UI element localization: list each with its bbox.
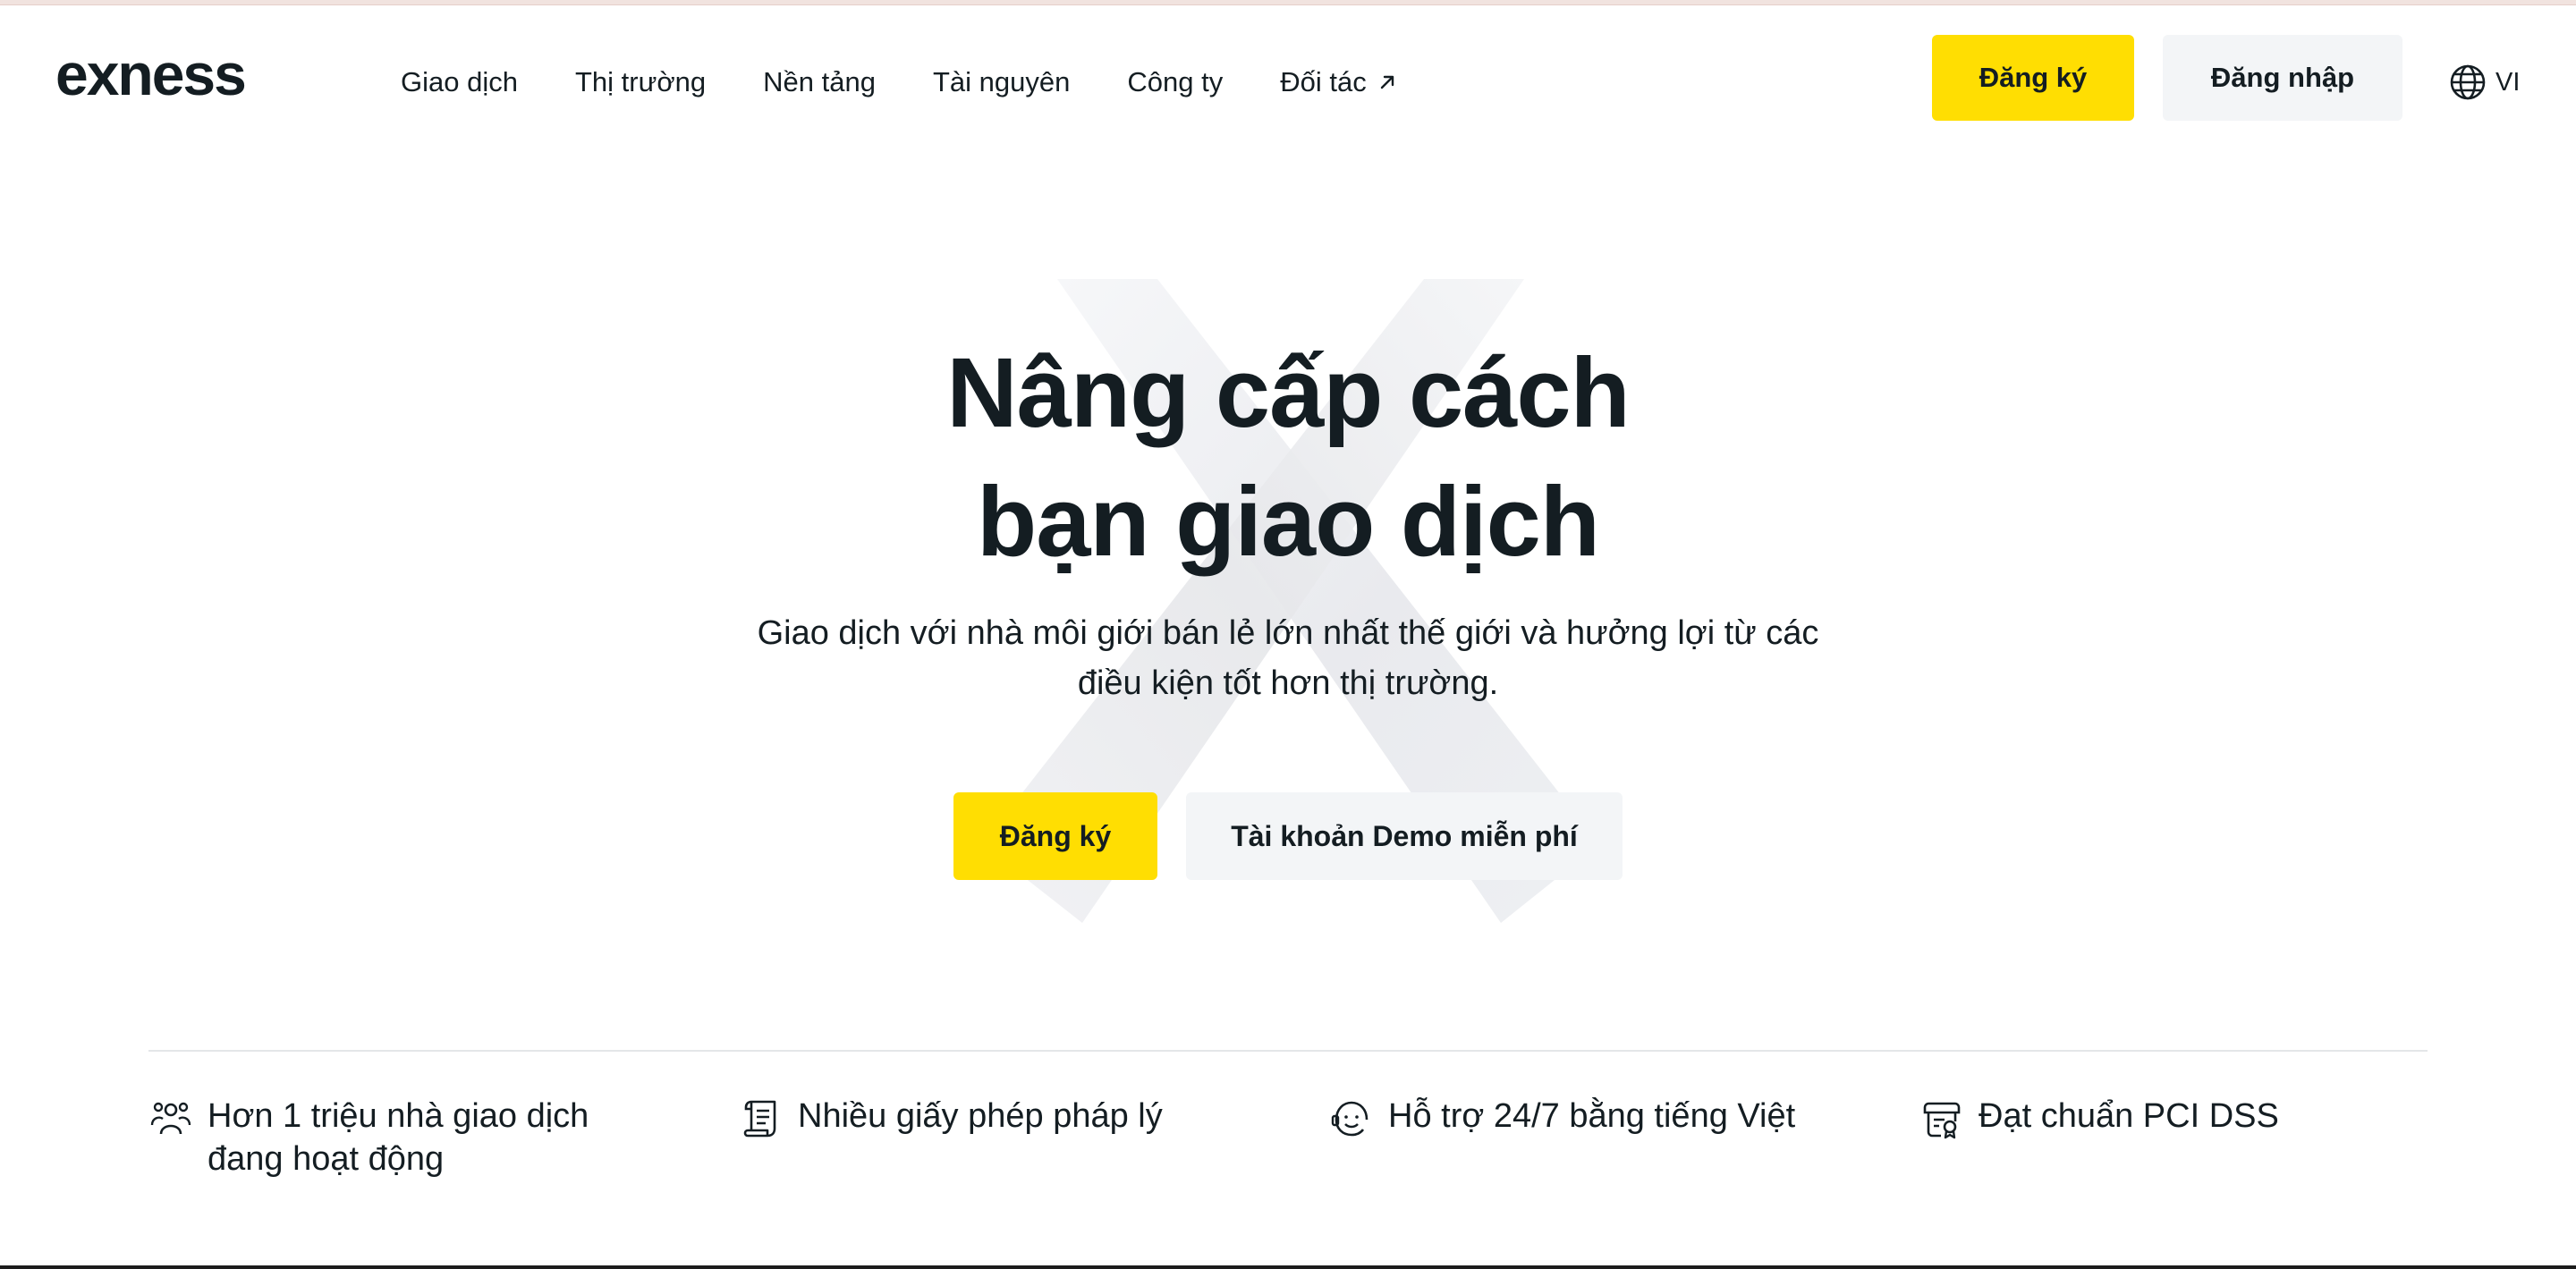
hero-subtitle-line-2: điều kiện tốt hơn thị trường. xyxy=(1077,664,1499,702)
support-icon xyxy=(1331,1101,1368,1137)
license-icon xyxy=(743,1100,776,1138)
external-arrow-icon xyxy=(1380,75,1394,89)
feature-pci: Đạt chuẩn PCI DSS xyxy=(1921,1095,2458,1139)
hero-title-line-2: bạn giao dịch xyxy=(977,467,1600,577)
nav-label: Thị trường xyxy=(574,66,707,97)
nav-label: Đối tác xyxy=(1280,66,1367,97)
feature-line: đang hoạt động xyxy=(208,1140,445,1178)
globe-icon xyxy=(2450,64,2486,100)
hero-subtitle-line-1: Giao dịch với nhà môi giới bán lẻ lớn nh… xyxy=(757,614,1819,652)
header-register-button[interactable]: Đăng ký xyxy=(1932,35,2134,121)
exness-logo[interactable]: exness xyxy=(55,50,317,104)
demo-account-button[interactable]: Tài khoản Demo miễn phí xyxy=(1186,792,1623,880)
feature-licenses: Nhiều giấy phép pháp lý xyxy=(741,1095,1277,1139)
feature-text: Đạt chuẩn PCI DSS xyxy=(1979,1097,2279,1135)
certificate-icon xyxy=(1923,1102,1961,1139)
nav-label: Tài nguyên xyxy=(932,66,1071,97)
feature-text: Hơn 1 triệu nhà giao dịch đang hoạt động xyxy=(208,1095,589,1180)
nav-label: Công ty xyxy=(1127,66,1224,97)
nav-item-trading[interactable]: Giao dịch xyxy=(401,66,518,98)
nav-item-partners[interactable]: Đối tác xyxy=(1280,66,1396,98)
feature-line: Hơn 1 triệu nhà giao dịch xyxy=(208,1097,589,1135)
feature-support: Hỗ trợ 24/7 bằng tiếng Việt xyxy=(1331,1095,1868,1139)
site-header: exness Giao dịch Thị trường Nền tảng Tài… xyxy=(0,5,2576,150)
hero-title-line-1: Nâng cấp cách xyxy=(946,338,1630,448)
language-label: VI xyxy=(2496,67,2521,97)
nav-label: Giao dịch xyxy=(401,66,518,97)
nav-label: Nền tảng xyxy=(763,66,876,97)
hero-title: Nâng cấp cách bạn giao dịch xyxy=(751,329,1825,587)
svg-text:exness: exness xyxy=(55,50,245,104)
feature-traders: Hơn 1 triệu nhà giao dịch đang hoạt động xyxy=(150,1095,651,1180)
page-bottom-edge xyxy=(0,1265,2576,1269)
header-login-button[interactable]: Đăng nhập xyxy=(2163,35,2402,121)
language-selector[interactable]: VI xyxy=(2449,61,2520,104)
nav-item-markets[interactable]: Thị trường xyxy=(575,66,706,98)
hero-subtitle: Giao dịch với nhà môi giới bán lẻ lớn nh… xyxy=(662,608,1914,708)
hero-register-button[interactable]: Đăng ký xyxy=(953,792,1157,880)
nav-item-resources[interactable]: Tài nguyên xyxy=(933,66,1070,98)
nav-item-company[interactable]: Công ty xyxy=(1127,66,1223,98)
users-icon xyxy=(150,1102,191,1135)
feature-text: Nhiều giấy phép pháp lý xyxy=(798,1097,1163,1135)
main-nav: Giao dịch Thị trường Nền tảng Tài nguyên… xyxy=(401,61,1454,104)
feature-text: Hỗ trợ 24/7 bằng tiếng Việt xyxy=(1388,1097,1796,1135)
nav-item-platforms[interactable]: Nền tảng xyxy=(763,66,876,98)
features-divider xyxy=(148,1050,2428,1052)
